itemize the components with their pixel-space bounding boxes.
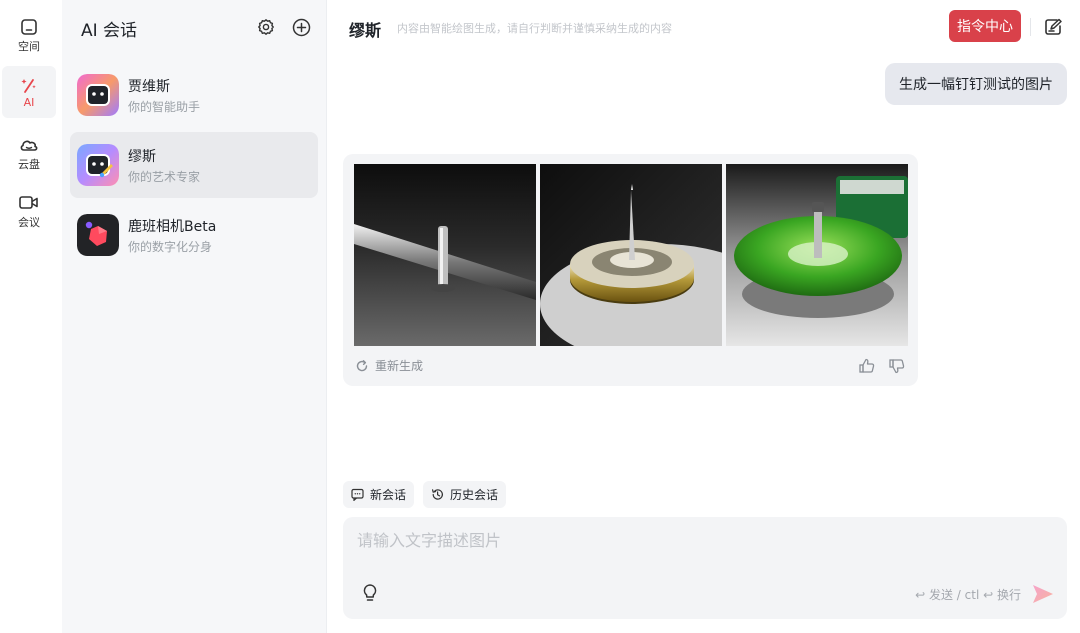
chat-bubble-icon [351, 488, 364, 501]
chat-main: 缪斯 内容由智能绘图生成，请自行判断并谨慎采纳生成的内容 指令中心 生成一幅钉钉… [327, 0, 1080, 633]
edit-icon[interactable] [1043, 17, 1063, 37]
rail-label-ai: AI [23, 95, 35, 109]
conversation-item-luban[interactable]: 鹿班相机Beta 你的数字化分身 [70, 202, 318, 268]
rail-item-meeting[interactable]: 会议 [2, 186, 56, 238]
conversation-name: 鹿班相机Beta [128, 219, 217, 235]
ai-wand-icon [21, 78, 36, 93]
thumbs-up-icon[interactable] [858, 357, 876, 375]
new-chat-chip[interactable]: 新会话 [343, 481, 415, 508]
luban-avatar [77, 214, 119, 256]
user-message-text: 生成一幅钉钉测试的图片 [899, 77, 1053, 93]
thumbs-down-icon[interactable] [888, 357, 906, 375]
generated-image-3[interactable] [726, 164, 908, 346]
space-icon [21, 19, 37, 35]
conversation-panel: AI 会话 贾维斯 你的智能助手 缪斯 你的艺术专家 鹿班相机Beta 你的数字… [62, 0, 327, 633]
left-rail: 空间 AI 云盘 会议 [0, 0, 62, 633]
user-message-bubble: 生成一幅钉钉测试的图片 [885, 63, 1067, 105]
regenerate-label: 重新生成 [375, 359, 424, 373]
video-icon [19, 196, 38, 209]
conversation-subtitle: 你的智能助手 [128, 100, 201, 114]
prompt-input[interactable] [357, 527, 1047, 553]
send-icon[interactable] [1031, 583, 1055, 605]
conversation-subtitle: 你的艺术专家 [128, 170, 201, 184]
gear-icon [258, 19, 274, 35]
send-shortcut-hint: ↩ 发送 / ctl ↩ 换行 [915, 588, 1021, 602]
panel-title: AI 会话 [81, 21, 138, 41]
chat-title: 缪斯 [349, 21, 382, 40]
cloud-icon [20, 140, 38, 151]
command-center-button[interactable]: 指令中心 [949, 10, 1021, 42]
jarvis-avatar [77, 74, 119, 116]
chat-disclaimer: 内容由智能绘图生成，请自行判断并谨慎采纳生成的内容 [397, 22, 672, 35]
generated-image-2[interactable] [540, 164, 722, 346]
history-label: 历史会话 [450, 488, 499, 502]
app-window: 空间 AI 云盘 会议 AI 会话 贾维斯 你的智能助手 缪斯 你的艺术专家 鹿… [0, 0, 1080, 633]
generated-image-1[interactable] [354, 164, 536, 346]
rail-label-cloud: 云盘 [18, 158, 40, 171]
regenerate-button[interactable]: 重新生成 [355, 357, 423, 374]
conversation-item-muse[interactable]: 缪斯 你的艺术专家 [70, 132, 318, 198]
settings-button[interactable] [255, 16, 277, 38]
conversation-subtitle: 你的数字化分身 [128, 240, 213, 254]
new-conversation-button[interactable] [290, 16, 312, 38]
rail-item-space[interactable]: 空间 [2, 10, 56, 62]
history-clock-icon [432, 489, 443, 500]
rail-item-ai[interactable]: AI [2, 66, 56, 118]
new-chat-label: 新会话 [370, 488, 407, 502]
message-composer: ↩ 发送 / ctl ↩ 换行 [343, 517, 1067, 619]
history-chip[interactable]: 历史会话 [423, 481, 507, 508]
conversation-name: 缪斯 [128, 149, 156, 165]
plus-circle-icon [292, 18, 310, 36]
lightbulb-icon[interactable] [361, 583, 379, 603]
rail-item-cloud[interactable]: 云盘 [2, 128, 56, 180]
conversation-item-jarvis[interactable]: 贾维斯 你的智能助手 [70, 62, 318, 128]
refresh-icon [356, 359, 368, 371]
toolbar-divider [1030, 18, 1031, 36]
rail-label-space: 空间 [18, 40, 40, 53]
rail-label-meeting: 会议 [18, 216, 40, 229]
conversation-name: 贾维斯 [128, 79, 170, 95]
image-result-card: 重新生成 [343, 154, 918, 386]
muse-avatar [77, 144, 119, 186]
